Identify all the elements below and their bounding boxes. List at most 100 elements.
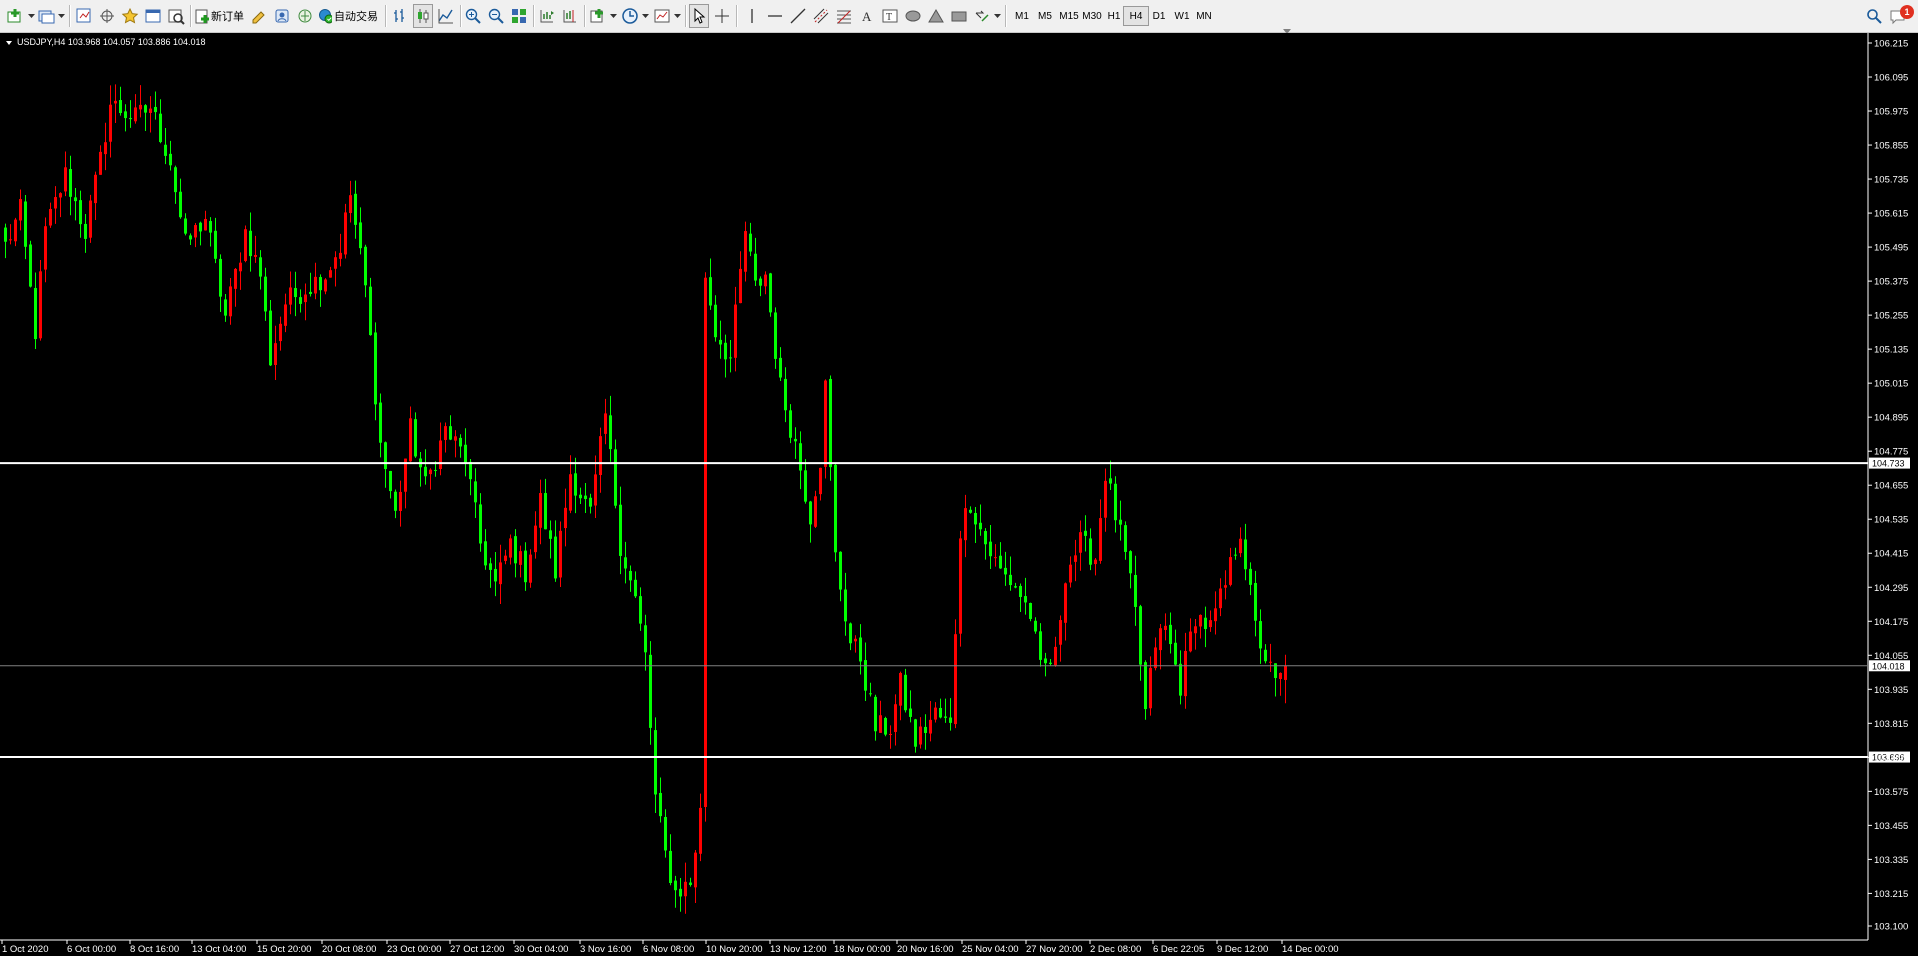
market-watch-icon[interactable] bbox=[74, 4, 94, 28]
signals-icon[interactable] bbox=[272, 4, 292, 28]
candle-body bbox=[74, 197, 77, 202]
candle-body bbox=[24, 201, 27, 247]
vertical-line-tool-icon[interactable] bbox=[742, 4, 762, 28]
chart-window[interactable]: 104.733 103.696 104.018 106.215 106.095 105.… bbox=[0, 33, 1918, 956]
crosshair-tool-icon[interactable] bbox=[712, 4, 732, 28]
time-tick-label: 25 Nov 04:00 bbox=[962, 944, 1019, 955]
time-tick-label: 27 Nov 20:00 bbox=[1026, 944, 1083, 955]
candle-body bbox=[169, 153, 172, 166]
candle-body bbox=[369, 286, 372, 336]
candle-body bbox=[14, 219, 17, 242]
candle-body bbox=[584, 495, 587, 500]
candle-body bbox=[414, 419, 417, 457]
candle-body bbox=[144, 105, 147, 113]
candlestick-chart-icon[interactable] bbox=[413, 4, 433, 28]
search-icon[interactable] bbox=[1864, 4, 1884, 28]
timeframe-mn[interactable]: MN bbox=[1191, 6, 1217, 26]
trendline-tool-icon[interactable] bbox=[788, 4, 808, 28]
candle-body bbox=[324, 279, 327, 292]
price-tick-label: 103.335 bbox=[1874, 855, 1908, 866]
price-tick-label: 104.175 bbox=[1874, 617, 1908, 628]
metaeditor-icon[interactable] bbox=[249, 4, 269, 28]
fibonacci-tool-icon[interactable] bbox=[834, 4, 854, 28]
candle-body bbox=[1064, 583, 1067, 623]
equidistant-channel-tool-icon[interactable] bbox=[811, 4, 831, 28]
candle-body bbox=[519, 551, 522, 565]
triangle-tool-icon[interactable] bbox=[926, 4, 946, 28]
candle-body bbox=[624, 557, 627, 569]
candle-body bbox=[34, 288, 37, 340]
candle-body bbox=[1184, 650, 1187, 697]
time-tick-label: 2 Dec 08:00 bbox=[1090, 944, 1141, 955]
candle-body bbox=[1094, 559, 1097, 565]
candle bbox=[704, 272, 707, 822]
new-chart-icon[interactable] bbox=[4, 4, 26, 28]
data-window-icon[interactable] bbox=[97, 4, 117, 28]
zoom-in-icon[interactable] bbox=[463, 4, 483, 28]
candle-body bbox=[919, 726, 922, 745]
price-tick-label: 104.295 bbox=[1874, 583, 1908, 594]
periods-dropdown-icon[interactable] bbox=[641, 4, 649, 28]
candle-body bbox=[469, 461, 472, 480]
candle-body bbox=[1279, 672, 1282, 679]
templates-icon[interactable] bbox=[652, 4, 672, 28]
candle-body bbox=[814, 496, 817, 527]
candle-body bbox=[1019, 585, 1022, 597]
candle-body bbox=[1034, 620, 1037, 632]
price-tick-label: 104.775 bbox=[1874, 447, 1908, 458]
profiles-icon[interactable] bbox=[37, 4, 57, 28]
candlestick-chart[interactable]: 104.733103.696104.018 106.215106.095105.… bbox=[0, 33, 1918, 956]
zoom-out-icon[interactable] bbox=[486, 4, 506, 28]
chart-shift-icon[interactable] bbox=[560, 4, 580, 28]
cursor-tool-icon[interactable] bbox=[689, 4, 709, 28]
candle-body bbox=[289, 287, 292, 305]
navigator-icon[interactable] bbox=[120, 4, 140, 28]
arrows-dropdown-icon[interactable] bbox=[993, 4, 1001, 28]
time-tick-label: 6 Nov 08:00 bbox=[643, 944, 694, 955]
candle bbox=[814, 490, 817, 528]
candle-body bbox=[699, 807, 702, 854]
tile-windows-icon[interactable] bbox=[509, 4, 529, 28]
auto-trading-button[interactable]: 自动交易 bbox=[318, 4, 380, 28]
candle-body bbox=[629, 570, 632, 581]
candle-body bbox=[899, 672, 902, 706]
ellipse-tool-icon[interactable] bbox=[903, 4, 923, 28]
candle-body bbox=[174, 167, 177, 193]
candle-body bbox=[309, 291, 312, 295]
profiles-dropdown-icon[interactable] bbox=[57, 4, 65, 28]
candle-body bbox=[549, 530, 552, 539]
market-icon[interactable] bbox=[295, 4, 315, 28]
candle-body bbox=[1084, 530, 1087, 536]
indicators-dropdown-icon[interactable] bbox=[609, 4, 617, 28]
auto-scroll-icon[interactable] bbox=[537, 4, 557, 28]
periods-clock-icon[interactable] bbox=[620, 4, 640, 28]
text-label-tool-icon[interactable]: T bbox=[880, 4, 900, 28]
horizontal-line-tool-icon[interactable] bbox=[765, 4, 785, 28]
candle-body bbox=[854, 638, 857, 642]
new-order-button[interactable]: 新订单 bbox=[194, 4, 246, 28]
strategy-tester-icon[interactable] bbox=[166, 4, 186, 28]
candle-body bbox=[604, 413, 607, 434]
text-tool-icon[interactable]: A bbox=[857, 4, 877, 28]
candle-body bbox=[829, 378, 832, 468]
price-tick-label: 103.815 bbox=[1874, 719, 1908, 730]
candle-body bbox=[99, 151, 102, 175]
time-tick-label: 8 Oct 16:00 bbox=[130, 944, 179, 955]
arrows-tool-icon[interactable] bbox=[972, 4, 992, 28]
candle-body bbox=[1214, 608, 1217, 622]
templates-dropdown-icon[interactable] bbox=[673, 4, 681, 28]
time-tick-label: 10 Nov 20:00 bbox=[706, 944, 763, 955]
candle-body bbox=[879, 715, 882, 733]
candle-body bbox=[1104, 480, 1107, 518]
rectangle-tool-icon[interactable] bbox=[949, 4, 969, 28]
line-chart-icon[interactable] bbox=[436, 4, 456, 28]
candle-body bbox=[1164, 625, 1167, 630]
notifications-button[interactable]: 1 bbox=[1888, 4, 1914, 28]
terminal-icon[interactable] bbox=[143, 4, 163, 28]
candle-body bbox=[1239, 538, 1242, 554]
bar-chart-icon[interactable] bbox=[390, 4, 410, 28]
candle bbox=[1029, 602, 1032, 622]
price-tick-label: 103.575 bbox=[1874, 787, 1908, 798]
indicators-icon[interactable] bbox=[588, 4, 608, 28]
new-chart-dropdown-icon[interactable] bbox=[27, 4, 35, 28]
